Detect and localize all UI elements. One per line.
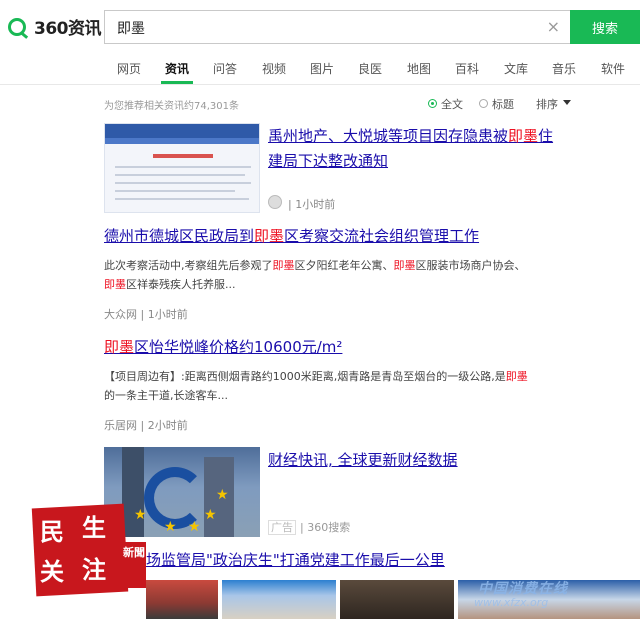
tab-baike[interactable]: 百科 xyxy=(455,60,479,77)
keyword-highlight: 即墨 xyxy=(272,259,295,272)
result-title[interactable]: 即墨区怡华悦峰价格约10600元/m² xyxy=(104,335,342,359)
ad-meta: 广告 | 360搜索 xyxy=(268,519,350,535)
stamp-side-label: 新聞 xyxy=(122,542,146,588)
search-input-value: 即墨 xyxy=(117,21,145,37)
title-text: 区考察交流社会组织管理工作 xyxy=(284,227,480,245)
category-tabs: 网页 资讯 问答 视频 图片 良医 地图 百科 文库 音乐 软件 xyxy=(0,54,640,85)
result-title[interactable]: 德州市德城区民政局到即墨区考察交流社会组织管理工作 xyxy=(104,224,479,248)
tab-doctor[interactable]: 良医 xyxy=(358,60,382,77)
watermark-title: 中国消费在线 xyxy=(478,581,568,597)
title-text: 禹州地产、大悦城等项目因存隐患被 xyxy=(268,127,509,145)
title-label[interactable]: 标题 xyxy=(492,96,514,112)
thumb-line xyxy=(115,182,251,184)
source-avatar-icon xyxy=(268,195,282,209)
star-icon: ★ xyxy=(204,507,217,523)
result-image[interactable] xyxy=(222,580,336,619)
stamp-char: 注 xyxy=(82,555,106,584)
star-icon: ★ xyxy=(216,487,229,503)
thumb-line xyxy=(115,174,245,176)
watermark-url: www.xfzx.org xyxy=(474,596,549,609)
clear-icon[interactable]: × xyxy=(547,17,560,36)
logo-search-icon xyxy=(8,17,26,36)
minsheng-news-stamp: 民 生 关 注 新聞 xyxy=(31,503,146,597)
tab-news[interactable]: 资讯 xyxy=(165,60,189,77)
result-thumbnail[interactable] xyxy=(104,123,260,213)
stamp-char: 民 xyxy=(40,517,64,546)
keyword-highlight: 即墨 xyxy=(505,370,528,383)
header: 360资讯 即墨 × 搜索 xyxy=(0,0,640,54)
snippet-text: 的一条主干道,长途客车... xyxy=(104,389,228,402)
keyword-highlight: 即墨 xyxy=(104,278,126,291)
result-title[interactable]: 禹州地产、大悦城等项目因存隐患被即墨住 xyxy=(268,124,578,148)
tab-web[interactable]: 网页 xyxy=(117,60,141,77)
result-image[interactable] xyxy=(146,580,218,619)
fulltext-label[interactable]: 全文 xyxy=(441,96,463,112)
keyword-highlight: 即墨 xyxy=(508,127,539,145)
ad-source: | 360搜索 xyxy=(300,521,351,534)
thumb-line xyxy=(115,190,235,192)
search-input[interactable]: 即墨 × xyxy=(104,10,570,44)
snippet-text: 区祥泰残疾人托养服... xyxy=(126,278,236,291)
title-text: 住 xyxy=(538,127,554,145)
result-snippet: 【项目周边有】:距离西侧烟青路约1000米距离,烟青路是青岛至烟台的一级公路,是… xyxy=(104,367,634,405)
thumb-heading xyxy=(153,154,213,158)
tab-qa[interactable]: 问答 xyxy=(213,60,237,77)
stamp-char: 生 xyxy=(82,513,106,542)
logo-text: 360资讯 xyxy=(34,19,102,39)
tab-images[interactable]: 图片 xyxy=(310,60,334,77)
title-text: 区怡华悦峰价格约10600元/m² xyxy=(134,338,343,356)
snippet-text: 区夕阳红老年公寓、 xyxy=(294,259,394,272)
tab-music[interactable]: 音乐 xyxy=(552,60,576,77)
logo[interactable]: 360资讯 xyxy=(8,14,102,39)
tab-map[interactable]: 地图 xyxy=(407,60,431,77)
result-meta: 大众网 | 1小时前 xyxy=(104,308,188,321)
snippet-text: 【项目周边有】:距离西侧烟青路约1000米距离,烟青路是青岛至烟台的一级公路,是 xyxy=(104,370,506,383)
result-title[interactable]: 场监管局"政治庆生"打通党建工作最后一公里 xyxy=(146,548,445,572)
result-title-line2[interactable]: 建局下达整改通知 xyxy=(268,149,388,173)
star-icon: ★ xyxy=(164,519,177,535)
thumb-line xyxy=(115,198,249,200)
active-tab-indicator xyxy=(161,81,193,84)
sort-dropdown[interactable]: 排序 xyxy=(536,96,558,112)
chevron-down-icon[interactable] xyxy=(563,100,571,105)
result-snippet: 此次考察活动中,考察组先后参观了即墨区夕阳红老年公寓、即墨区服装市场商户协会、 … xyxy=(104,256,634,294)
ad-label: 广告 xyxy=(268,520,296,535)
thumb-banner xyxy=(105,124,259,138)
snippet-text: 区服装市场商户协会、 xyxy=(415,259,526,272)
star-icon: ★ xyxy=(188,519,201,535)
title-text: 德州市德城区民政局到 xyxy=(104,227,255,245)
stamp-char: 关 xyxy=(40,557,64,586)
fulltext-radio[interactable] xyxy=(428,99,437,108)
thumb-nav xyxy=(105,138,259,144)
result-meta: 乐居网 | 2小时前 xyxy=(104,419,188,432)
keyword-highlight: 即墨 xyxy=(254,227,285,245)
tab-software[interactable]: 软件 xyxy=(601,60,625,77)
keyword-highlight: 即墨 xyxy=(393,259,416,272)
keyword-highlight: 即墨 xyxy=(104,338,135,356)
thumb-line xyxy=(115,166,251,168)
search-button[interactable]: 搜索 xyxy=(570,10,640,44)
result-image[interactable] xyxy=(340,580,454,619)
ad-title[interactable]: 财经快讯, 全球更新财经数据 xyxy=(268,448,458,472)
result-meta: | 1小时前 xyxy=(288,198,336,211)
tab-wenku[interactable]: 文库 xyxy=(504,60,528,77)
tab-video[interactable]: 视频 xyxy=(262,60,286,77)
result-count: 为您推荐相关资讯约74,301条 xyxy=(104,101,239,112)
title-radio[interactable] xyxy=(479,99,488,108)
snippet-text: 此次考察活动中,考察组先后参观了 xyxy=(104,259,273,272)
